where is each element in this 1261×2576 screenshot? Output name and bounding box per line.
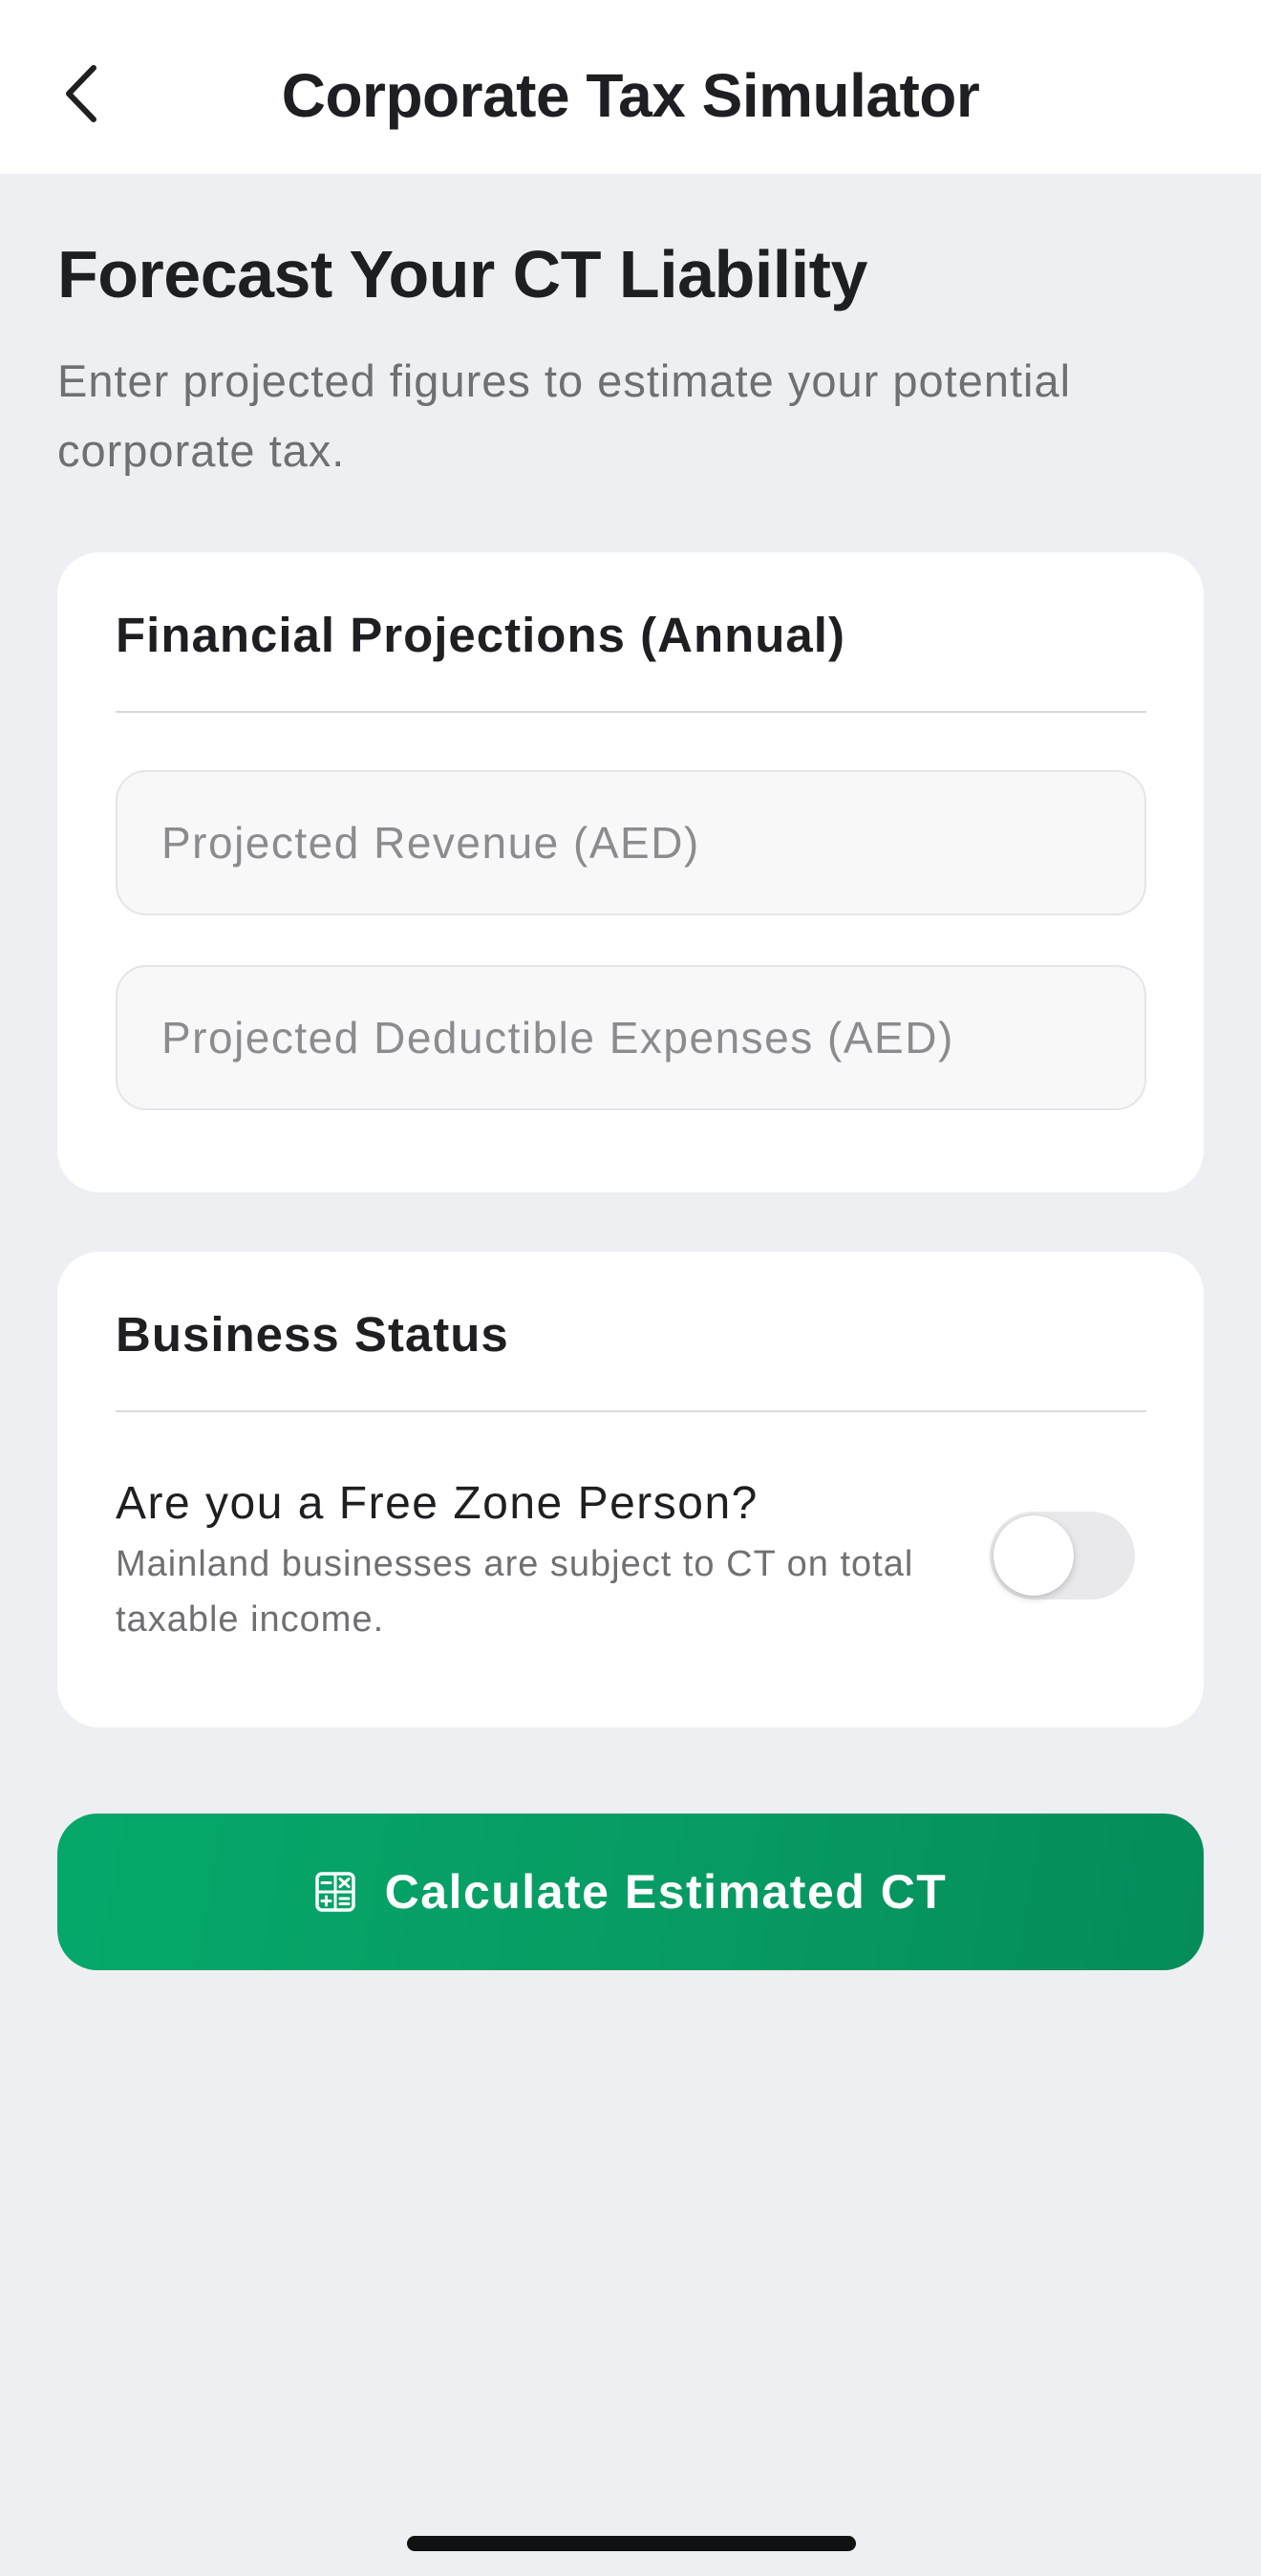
free-zone-toggle[interactable] (990, 1512, 1135, 1599)
page-title: Forecast Your CT Liability (57, 237, 867, 311)
free-zone-question: Are you a Free Zone Person? (116, 1478, 759, 1529)
calculate-button-label: Calculate Estimated CT (384, 1865, 948, 1919)
toggle-knob (994, 1515, 1074, 1596)
home-indicator (407, 2536, 856, 2551)
divider (116, 1410, 1146, 1412)
business-status-card: Business Status Are you a Free Zone Pers… (57, 1252, 1204, 1728)
calculator-icon (314, 1871, 356, 1913)
app-header: Corporate Tax Simulator (0, 0, 1261, 174)
page-subtitle: Enter projected figures to estimate your… (57, 355, 1072, 476)
header-title: Corporate Tax Simulator (281, 61, 980, 130)
divider (116, 711, 1146, 713)
business-status-heading: Business Status (116, 1307, 509, 1362)
calculate-button[interactable]: Calculate Estimated CT (57, 1814, 1204, 1970)
financial-projections-heading: Financial Projections (Annual) (116, 608, 845, 662)
projected-expenses-input[interactable] (116, 965, 1146, 1110)
free-zone-hint: Mainland businesses are subject to CT on… (116, 1544, 914, 1640)
financial-projections-card: Financial Projections (Annual) (57, 552, 1204, 1192)
projected-revenue-input[interactable] (116, 770, 1146, 915)
